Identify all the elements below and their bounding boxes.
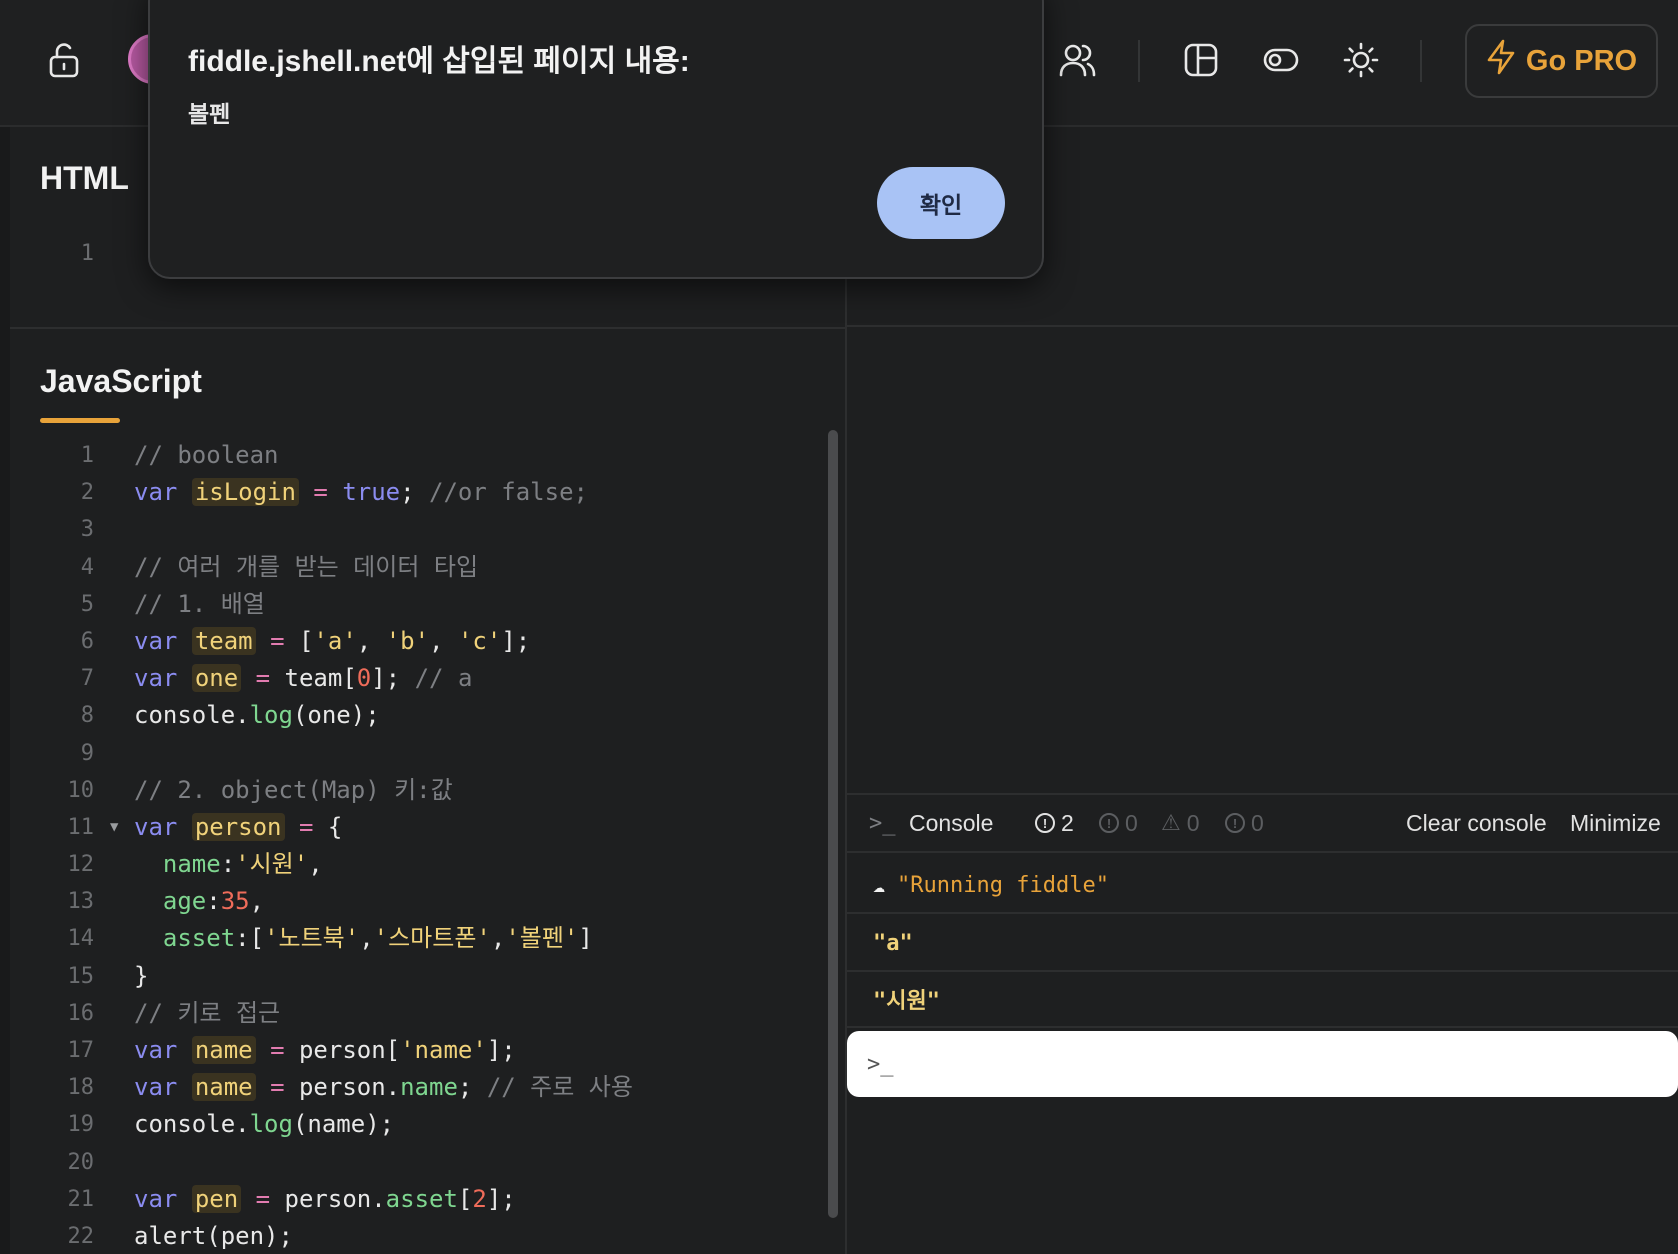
code-line: 4// 여러 개를 받는 데이터 타입 [80, 552, 479, 581]
warning-count[interactable]: ⚠ 0 [1161, 810, 1200, 837]
users-icon[interactable] [1058, 40, 1098, 80]
bolt-icon [1486, 39, 1516, 83]
warning-icon: ⚠ [1161, 810, 1181, 835]
code-line: 5// 1. 배열 [80, 589, 265, 618]
editor-scrollbar[interactable] [828, 430, 838, 1218]
minimize-console-button[interactable]: Minimize [1570, 810, 1661, 837]
console-log-entry: "a" [847, 916, 1678, 972]
toolbar-divider [1420, 40, 1422, 82]
html-line-number: 1 [80, 241, 94, 266]
console-log-entry: ☁ "Running fiddle" [847, 858, 1678, 914]
console-input[interactable]: >_ [847, 1031, 1678, 1097]
code-line: 18 var name = person.name; // 주로 사용 [67, 1073, 633, 1102]
console-log-entry: "시원" [847, 972, 1678, 1028]
error-count-value: 0 [1251, 809, 1264, 836]
toggle-icon[interactable] [1261, 40, 1301, 80]
toolbar-divider [1138, 40, 1140, 82]
code-line: 13 age:35, [67, 887, 265, 916]
log-text: "a" [873, 930, 913, 956]
alert-dialog: fiddle.jshell.net에 삽입된 페이지 내용: 볼펜 확인 [148, 0, 1044, 279]
log-count[interactable]: ! 2 [1035, 810, 1074, 837]
code-line: 17 var name = person['name']; [67, 1036, 516, 1064]
ok-button[interactable]: 확인 [877, 167, 1005, 239]
log-count-value: 2 [1061, 809, 1074, 836]
lock-icon[interactable] [44, 40, 84, 80]
clear-console-button[interactable]: Clear console [1406, 810, 1547, 837]
info-icon: ! [1035, 813, 1055, 833]
layout-icon[interactable] [1181, 40, 1221, 80]
code-line: 14 asset:['노트북','스마트폰','볼펜'] [67, 924, 593, 953]
code-line: 20 [67, 1149, 95, 1175]
js-code-editor[interactable]: 1// boolean 2 var isLogin = true; //or fa… [0, 437, 830, 1254]
code-line: 2 var isLogin = true; //or false; [80, 478, 588, 507]
go-pro-button[interactable]: Go PRO [1465, 24, 1658, 98]
code-line: 9 [80, 740, 94, 766]
html-panel-title[interactable]: HTML [40, 160, 129, 197]
js-panel-title[interactable]: JavaScript [40, 363, 202, 400]
code-line: 8 console.log(one); [80, 701, 380, 730]
warning-count-value: 0 [1186, 809, 1200, 836]
info-count-value: 0 [1125, 809, 1138, 836]
go-pro-label: Go PRO [1525, 44, 1638, 77]
sun-icon[interactable] [1341, 40, 1381, 80]
dialog-title: fiddle.jshell.net에 삽입된 페이지 내용: [188, 45, 690, 78]
code-line: 16// 키로 접근 [67, 998, 281, 1027]
terminal-icon: >_ [869, 810, 896, 836]
code-line: 1// boolean [80, 441, 279, 469]
code-line: 3 [80, 517, 94, 543]
cloud-icon: ☁ [873, 873, 886, 897]
code-line: 11 ▼ var person = { [0, 809, 830, 846]
code-line: 7 var one = team[0]; // a [80, 664, 473, 693]
dialog-message: 볼펜 [188, 101, 231, 127]
info-icon: ! [1099, 813, 1119, 833]
html-js-divider[interactable] [10, 327, 845, 329]
log-text: "시원" [873, 989, 940, 1014]
code-line: 15} [67, 961, 149, 990]
info-count[interactable]: ! 0 [1099, 810, 1138, 837]
code-line: 21 var pen = person.asset[2]; [67, 1184, 516, 1213]
error-icon: ! [1225, 813, 1245, 833]
console-toolbar: >_ Console ! 2 ! 0 ⚠ 0 ! 0 Clear console Min… [847, 793, 1678, 853]
code-line: 19 console.log(name); [67, 1110, 395, 1139]
code-line: 6 var team = ['a', 'b', 'c']; [80, 626, 531, 655]
error-count[interactable]: ! 0 [1225, 810, 1264, 837]
code-line: 10// 2. object(Map) 키:값 [67, 775, 453, 804]
active-tab-underline [40, 418, 120, 423]
code-line: 12 name:'시원', [67, 850, 323, 879]
code-line: 22 alert(pen); [67, 1221, 293, 1250]
log-text: "Running fiddle" [897, 872, 1109, 898]
fold-arrow-icon[interactable]: ▼ [110, 809, 118, 846]
console-title[interactable]: Console [909, 810, 993, 837]
result-divider [847, 325, 1678, 327]
